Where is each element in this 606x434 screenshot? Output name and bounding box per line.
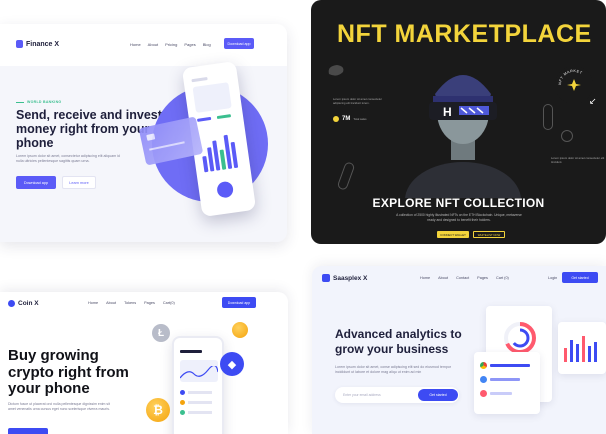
eyebrow-line xyxy=(16,101,24,103)
coin-nav-home[interactable]: Home xyxy=(88,301,98,305)
finance-nav-home[interactable]: Home xyxy=(130,42,141,47)
saas-nav-menu: Home About Contact Pages Cart (0) xyxy=(420,276,509,280)
nft-stat: 7M Total sales xyxy=(333,116,367,122)
nft-headline: EXPLORE NFT COLLECTION xyxy=(372,196,545,210)
svg-text:H: H xyxy=(443,105,452,119)
coin-headline: Buy growing crypto right from your phone xyxy=(8,347,129,397)
saas-nav-contact[interactable]: Contact xyxy=(456,276,469,280)
saas-subtext: Lorem ipsum dolor sit amet, conse adipis… xyxy=(335,365,452,374)
connect-wallet-button[interactable]: CONNECT WALLET xyxy=(437,231,469,238)
saas-logo[interactable]: Saasplex X xyxy=(322,274,367,282)
nft-left-text: Lorem ipsum dolor sit amet consectetur a… xyxy=(333,97,382,105)
finance-eyebrow-text: WORLD BANKING xyxy=(27,100,62,104)
nft-stat-value: 7M xyxy=(342,116,351,122)
finance-eyebrow: WORLD BANKING xyxy=(16,100,61,104)
arrow-down-left-icon: ↙ xyxy=(589,96,597,106)
bar-chart-panel xyxy=(558,322,606,374)
coin-subtext: Dictum fusce ut placerat orci nulla pell… xyxy=(8,402,110,411)
bar-chart-icon xyxy=(564,332,600,362)
decorative-pill xyxy=(543,104,553,130)
gold-coin-icon xyxy=(232,322,248,338)
coin-nav-cart[interactable]: Cart(0) xyxy=(163,301,175,305)
coin-nav-menu: Home About Tokens Pages Cart(0) xyxy=(88,301,175,305)
coin-nav-pages[interactable]: Pages xyxy=(144,301,155,305)
saas-nav-pages[interactable]: Pages xyxy=(477,276,488,280)
avatar-icon xyxy=(333,116,339,122)
google-icon xyxy=(480,376,487,383)
coin-logo[interactable]: Coin X xyxy=(8,300,39,307)
bitcoin-icon: ₿ xyxy=(146,398,170,422)
saas-nav-about[interactable]: About xyxy=(438,276,448,280)
star-badge-icon[interactable]: NFT MARKET xyxy=(555,66,593,104)
saas-nav-home[interactable]: Home xyxy=(420,276,430,280)
logo-icon xyxy=(16,40,23,48)
decorative-pill xyxy=(336,161,356,191)
sources-panel xyxy=(474,352,540,414)
nft-title: NFT MARKETPLACE xyxy=(337,20,592,48)
coin-primary-button[interactable] xyxy=(8,428,48,434)
decorative-circle xyxy=(561,130,573,142)
finance-template-card[interactable]: Finance X Home About Pricing Pages Blog … xyxy=(0,24,287,242)
coin-brand: Coin X xyxy=(18,300,39,307)
saas-headline: Advanced analytics to grow your business xyxy=(335,327,462,356)
phone-mockup-icon xyxy=(172,336,224,434)
chrome-icon xyxy=(480,362,487,369)
litecoin-icon: Ł xyxy=(152,324,170,342)
avatar-bust-icon: H xyxy=(405,75,521,198)
finance-download-button[interactable]: Download app xyxy=(224,38,254,49)
bar-chart-icon xyxy=(199,127,242,173)
finance-secondary-button[interactable]: Learn more xyxy=(62,176,96,189)
logo-icon xyxy=(322,274,330,282)
coin-download-button[interactable]: Download app xyxy=(222,297,256,308)
finance-nav-pricing[interactable]: Pricing xyxy=(165,42,177,47)
finance-primary-button[interactable]: Download app xyxy=(16,176,56,189)
donut-chart-icon xyxy=(504,322,536,354)
ethereum-icon: ◆ xyxy=(220,352,244,376)
finance-navbar: Finance X Home About Pricing Pages Blog … xyxy=(0,24,287,66)
saas-nav-cart[interactable]: Cart (0) xyxy=(496,276,509,280)
email-submit-button[interactable]: Get started xyxy=(418,389,458,401)
logo-icon xyxy=(8,300,15,307)
decorative-shape xyxy=(328,65,344,76)
nft-stat-label: Total sales xyxy=(353,117,367,121)
email-placeholder: Enter your email address xyxy=(343,393,381,397)
svg-text:NFT MARKET: NFT MARKET xyxy=(558,69,583,85)
coin-nav-tokens[interactable]: Tokens xyxy=(124,301,136,305)
saas-brand: Saasplex X xyxy=(333,274,368,282)
nft-badge-text: NFT MARKET xyxy=(558,69,583,85)
coin-nav-about[interactable]: About xyxy=(106,301,116,305)
nft-template-card[interactable]: NFT MARKETPLACE Lorem ipsum dolor sit am… xyxy=(311,0,606,244)
finance-nav-pages[interactable]: Pages xyxy=(184,42,195,47)
finance-nav-about[interactable]: About xyxy=(148,42,158,47)
finance-logo[interactable]: Finance X xyxy=(16,40,59,48)
whitelist-button[interactable]: WHITELIST NOW xyxy=(473,231,505,238)
finance-nav-blog[interactable]: Blog xyxy=(203,42,211,47)
nft-description: A collection of 2500 highly illustrated … xyxy=(396,213,522,222)
nft-right-text: Lorem ipsum dolor sit amet consectetur e… xyxy=(551,156,605,164)
coin-template-card[interactable]: Coin X Home About Tokens Pages Cart(0) D… xyxy=(0,292,288,434)
saas-get-started-button[interactable]: Get started xyxy=(562,272,598,283)
email-input[interactable]: Enter your email address Get started xyxy=(335,387,459,403)
finance-nav-menu: Home About Pricing Pages Blog xyxy=(130,42,211,47)
finance-brand: Finance X xyxy=(26,40,60,48)
finance-subtext: Lorem ipsum dolor sit amet, consectetur … xyxy=(16,154,120,163)
saas-template-card[interactable]: Saasplex X Home About Contact Pages Cart… xyxy=(312,266,606,434)
saas-login-link[interactable]: Login xyxy=(548,276,557,280)
